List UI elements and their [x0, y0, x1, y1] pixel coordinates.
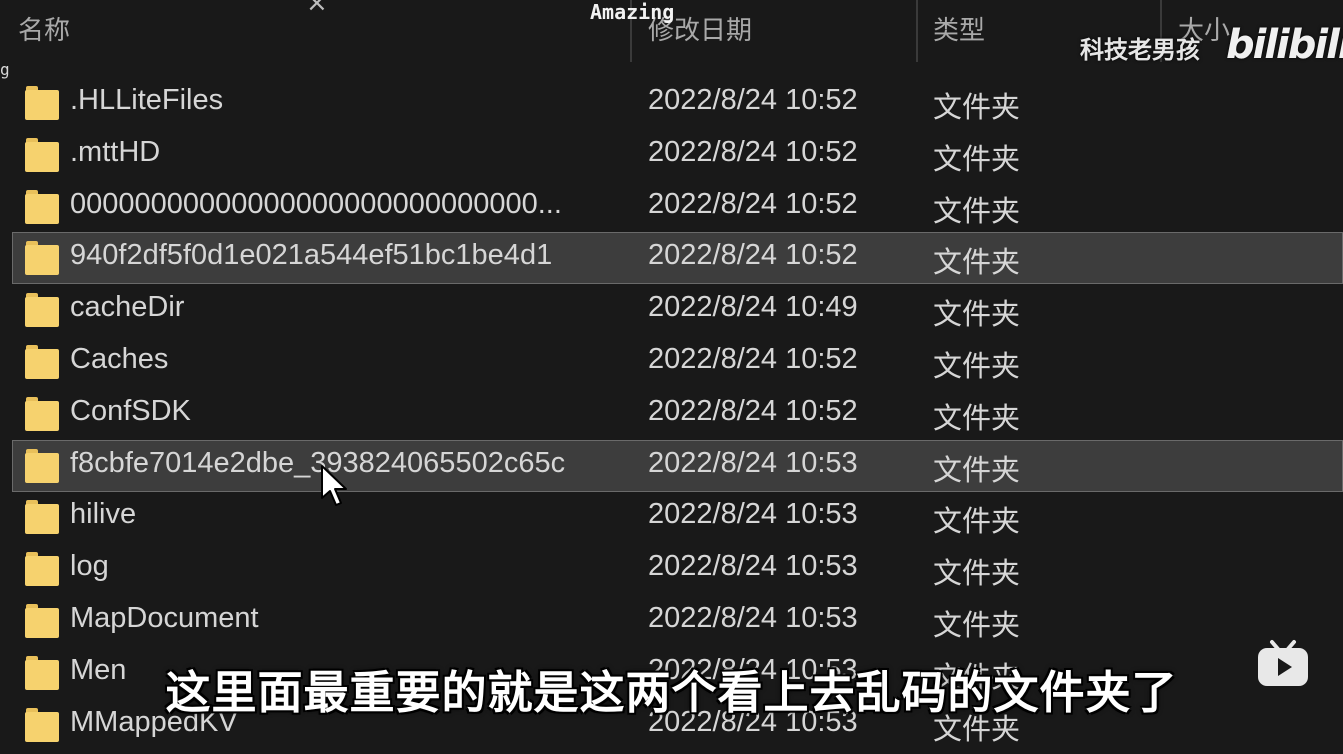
folder-icon	[25, 241, 59, 276]
file-date: 2022/8/24 10:52	[648, 135, 858, 168]
file-date: 2022/8/24 10:52	[648, 84, 858, 116]
file-date: 2022/8/24 10:53	[648, 446, 858, 479]
table-row[interactable]: .HLLiteFiles 2022/8/24 10:52 文件夹	[0, 77, 1343, 129]
file-name: MapDocument	[70, 602, 259, 634]
folder-icon	[25, 500, 59, 535]
table-row[interactable]: hilive 2022/8/24 10:53 文件夹	[0, 491, 1343, 543]
folder-icon	[25, 604, 59, 638]
file-date: 2022/8/24 10:53	[648, 550, 858, 583]
file-type: 文件夹	[933, 452, 1021, 487]
file-name: hilive	[70, 498, 137, 531]
table-row[interactable]: .mttHD 2022/8/24 10:52 文件夹	[0, 129, 1343, 181]
file-type: 文件夹	[933, 245, 1021, 280]
file-date: 2022/8/24 10:52	[648, 239, 858, 272]
author-watermark: 科技老男孩	[1080, 36, 1200, 64]
folder-icon	[25, 189, 59, 224]
file-date: 2022/8/24 10:53	[648, 498, 858, 531]
close-icon[interactable]: ×	[306, 0, 328, 18]
file-name: log	[70, 550, 109, 583]
file-name: Caches	[70, 343, 169, 375]
file-date: 2022/8/24 10:53	[648, 602, 858, 634]
video-subtitle: 这里面最重要的就是这两个看上去乱码的文件夹了	[165, 666, 1178, 719]
file-type: 文件夹	[933, 193, 1021, 228]
bilibili-logo: bilibili	[1226, 22, 1343, 68]
file-type: 文件夹	[933, 556, 1021, 591]
file-date: 2022/8/24 10:52	[648, 187, 858, 220]
file-name: 940f2df5f0d1e021a544ef51bc1be4d1	[70, 239, 553, 272]
file-name: .HLLiteFiles	[70, 84, 224, 116]
table-row[interactable]: 00000000000000000000000000000... 2022/8/2…	[0, 181, 1343, 233]
file-type: 文件夹	[933, 90, 1021, 124]
table-row[interactable]: Caches 2022/8/24 10:52 文件夹	[0, 336, 1343, 388]
folder-icon	[25, 137, 59, 172]
table-row[interactable]: cacheDir 2022/8/24 10:49 文件夹	[0, 284, 1343, 336]
table-row[interactable]: MapDocument 2022/8/24 10:53 文件夹	[0, 595, 1343, 647]
file-name: ConfSDK	[70, 394, 191, 427]
column-divider[interactable]	[916, 0, 918, 62]
folder-icon	[25, 86, 59, 120]
file-explorer-window: 名称 × 修改日期 类型 大小 g .HLLiteFiles 2022/8/24 …	[0, 0, 1343, 754]
folder-icon	[25, 345, 59, 379]
mouse-cursor-icon	[321, 465, 347, 506]
file-date: 2022/8/24 10:52	[648, 394, 858, 427]
top-watermark: Amazing	[590, 0, 675, 24]
file-date: 2022/8/24 10:49	[648, 291, 858, 324]
file-name: f8cbfe7014e2dbe_393824065502c65c	[70, 446, 566, 479]
bilibili-tv-icon	[1258, 640, 1308, 686]
file-type: 文件夹	[933, 504, 1021, 539]
folder-icon	[25, 293, 59, 328]
file-type: 文件夹	[933, 400, 1021, 435]
folder-icon	[25, 448, 59, 483]
table-row[interactable]: f8cbfe7014e2dbe_393824065502c65c 2022/8/2…	[0, 439, 1343, 492]
table-row[interactable]: 940f2df5f0d1e021a544ef51bc1be4d1 2022/8/2…	[0, 232, 1343, 285]
file-name: 00000000000000000000000000000...	[70, 187, 562, 220]
folder-icon	[25, 552, 59, 587]
table-row[interactable]: ConfSDK 2022/8/24 10:52 文件夹	[0, 388, 1343, 440]
file-date: 2022/8/24 10:52	[648, 343, 858, 375]
file-name: .mttHD	[70, 135, 161, 168]
folder-icon	[25, 396, 59, 431]
file-type: 文件夹	[933, 141, 1021, 176]
file-type: 文件夹	[933, 608, 1021, 642]
table-row[interactable]: log 2022/8/24 10:53 文件夹	[0, 543, 1343, 595]
file-type: 文件夹	[933, 349, 1021, 383]
file-type: 文件夹	[933, 297, 1021, 332]
column-name-header[interactable]: 名称	[18, 10, 70, 47]
file-name: cacheDir	[70, 291, 185, 324]
column-type-header[interactable]: 类型	[933, 10, 985, 47]
